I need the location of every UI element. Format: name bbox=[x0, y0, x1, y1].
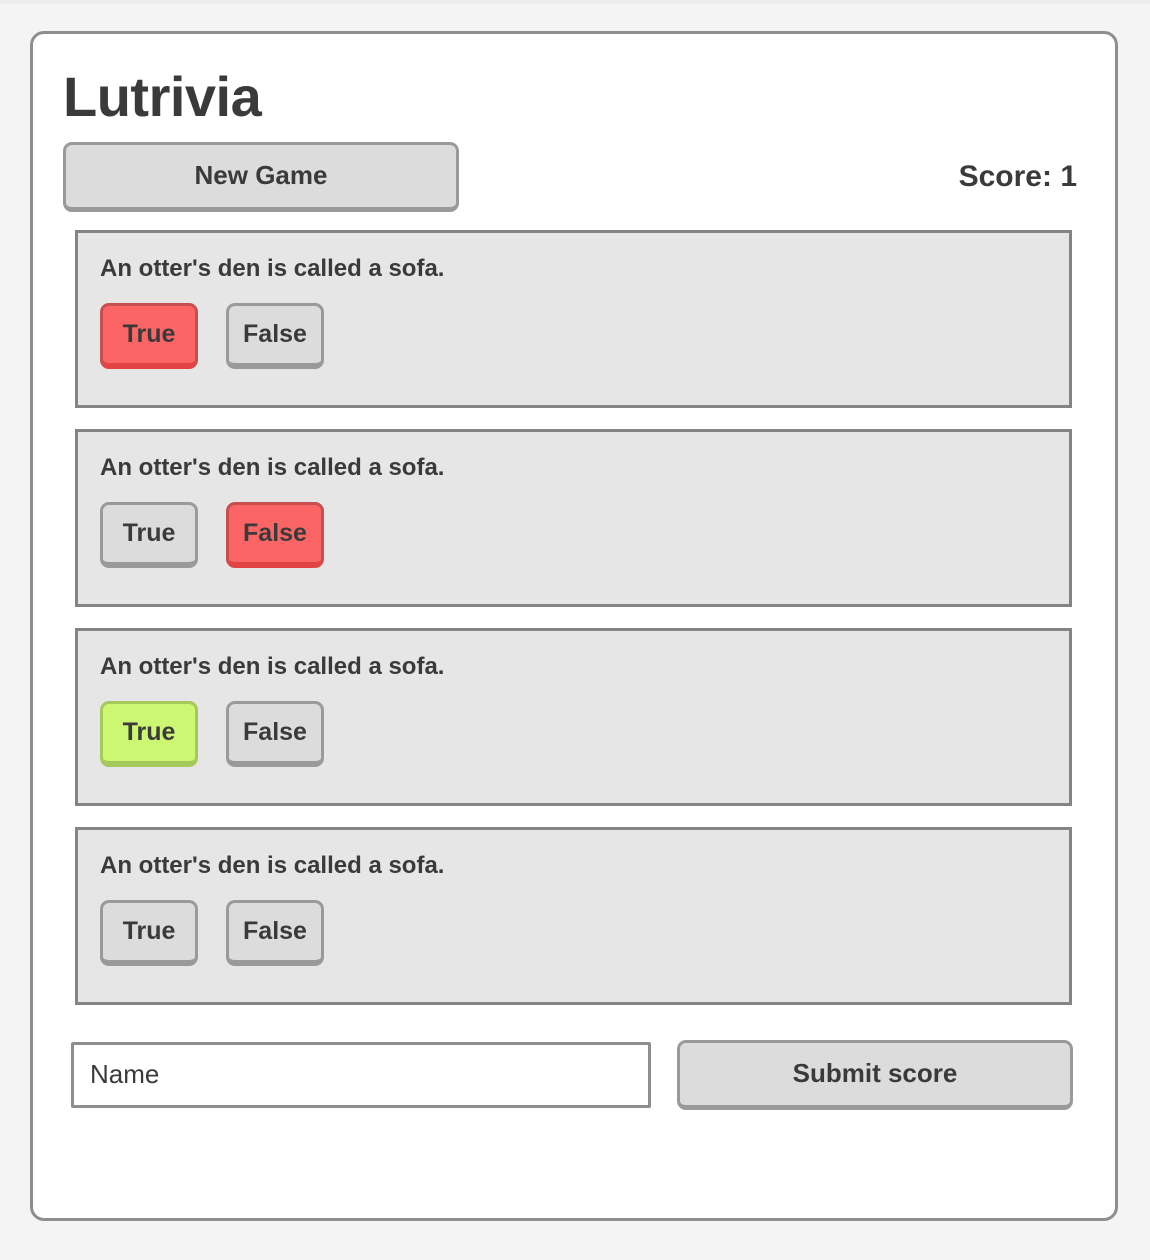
answer-row: True False bbox=[100, 502, 1069, 569]
question-text: An otter's den is called a sofa. bbox=[100, 652, 445, 680]
toolbar: New Game Score: 1 bbox=[33, 128, 1115, 212]
submit-score-button[interactable]: Submit score bbox=[677, 1039, 1073, 1110]
new-game-button[interactable]: New Game bbox=[63, 141, 459, 212]
answer-true-button[interactable]: True bbox=[100, 303, 198, 370]
answer-row: True False bbox=[100, 701, 1069, 768]
question-text: An otter's den is called a sofa. bbox=[100, 453, 445, 481]
page-top-strip bbox=[0, 0, 1150, 4]
answer-true-button[interactable]: True bbox=[100, 502, 198, 569]
name-input[interactable] bbox=[71, 1041, 651, 1108]
app-container: Lutrivia New Game Score: 1 An otter's de… bbox=[30, 31, 1118, 1221]
question-card: An otter's den is called a sofa. True Fa… bbox=[75, 229, 1072, 408]
question-card: An otter's den is called a sofa. True Fa… bbox=[75, 627, 1072, 806]
question-text: An otter's den is called a sofa. bbox=[100, 851, 445, 879]
question-card: An otter's den is called a sofa. True Fa… bbox=[75, 826, 1072, 1005]
question-list: An otter's den is called a sofa. True Fa… bbox=[33, 212, 1115, 1005]
answer-true-button[interactable]: True bbox=[100, 701, 198, 768]
answer-false-button[interactable]: False bbox=[226, 502, 324, 569]
submit-row: Submit score bbox=[33, 1026, 1115, 1110]
answer-row: True False bbox=[100, 900, 1069, 967]
answer-false-button[interactable]: False bbox=[226, 900, 324, 967]
answer-false-button[interactable]: False bbox=[226, 303, 324, 370]
answer-false-button[interactable]: False bbox=[226, 701, 324, 768]
answer-true-button[interactable]: True bbox=[100, 900, 198, 967]
answer-row: True False bbox=[100, 303, 1069, 370]
score-display: Score: 1 bbox=[958, 159, 1077, 193]
question-card: An otter's den is called a sofa. True Fa… bbox=[75, 428, 1072, 607]
page-title: Lutrivia bbox=[63, 65, 262, 128]
question-text: An otter's den is called a sofa. bbox=[100, 254, 445, 282]
